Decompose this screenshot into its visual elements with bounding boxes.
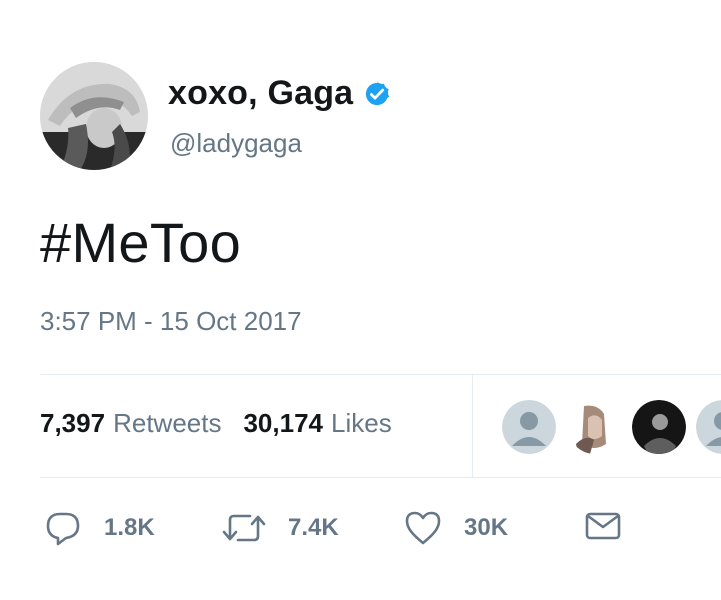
retweet-button[interactable]: 7.4K: [222, 510, 339, 546]
liker-avatar[interactable]: [568, 400, 622, 454]
name-row: xoxo, Gaga: [168, 74, 391, 113]
liker-avatar[interactable]: [696, 400, 721, 454]
default-avatar-icon: [696, 400, 721, 454]
tweet-text[interactable]: #MeToo: [40, 210, 241, 275]
profile-avatar[interactable]: [40, 62, 148, 170]
tweet-timestamp[interactable]: 3:57 PM - 15 Oct 2017: [40, 306, 302, 337]
heart-icon: [405, 511, 441, 545]
retweets-stat[interactable]: 7,397 Retweets: [40, 408, 221, 439]
tweet-card: xoxo, Gaga @ladygaga #MeToo 3:57 PM - 15…: [0, 0, 721, 600]
envelope-icon: [585, 512, 621, 540]
like-button[interactable]: 30K: [404, 510, 508, 546]
reply-icon: [46, 512, 80, 546]
avatar-photo-icon: [40, 62, 148, 170]
retweet-icon: [222, 514, 266, 542]
divider-top: [40, 374, 721, 375]
retweets-count: 7,397: [40, 408, 106, 438]
likes-count: 30,174: [243, 408, 323, 438]
retweets-label: Retweets: [113, 408, 222, 438]
retweet-count: 7.4K: [288, 514, 339, 541]
liker-avatar[interactable]: [632, 400, 686, 454]
tweet-header: xoxo, Gaga @ladygaga: [40, 62, 700, 172]
reply-count: 1.8K: [104, 514, 155, 541]
direct-message-button[interactable]: [584, 510, 622, 542]
timestamp-link[interactable]: 3:57 PM - 15 Oct 2017: [40, 306, 302, 336]
liker-avatar[interactable]: [502, 400, 556, 454]
reply-button[interactable]: 1.8K: [44, 510, 155, 546]
like-count: 30K: [464, 514, 509, 541]
user-handle[interactable]: @ladygaga: [170, 128, 302, 159]
default-avatar-icon: [502, 400, 556, 454]
display-name[interactable]: xoxo, Gaga: [168, 74, 353, 113]
stats-divider: [472, 374, 473, 478]
dark-photo-avatar-icon: [632, 400, 686, 454]
verified-badge-icon: [363, 80, 391, 108]
divider-bottom: [40, 477, 721, 478]
likes-label: Likes: [331, 408, 392, 438]
likes-stat[interactable]: 30,174 Likes: [243, 408, 391, 439]
photo-avatar-icon: [568, 400, 622, 454]
tweet-stats: 7,397 Retweets 30,174 Likes: [40, 408, 392, 439]
